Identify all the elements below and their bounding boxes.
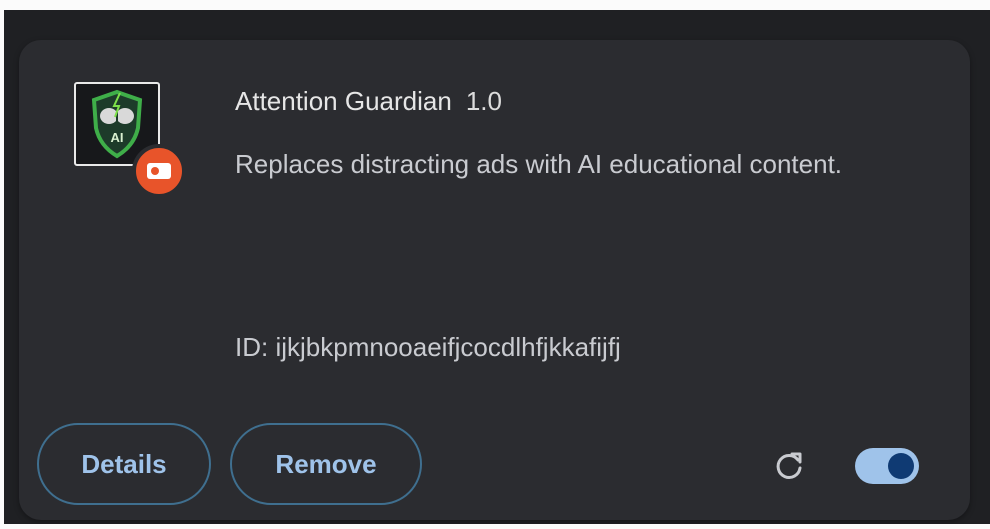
extension-version: 1.0	[465, 86, 502, 116]
details-button[interactable]: Details	[37, 423, 211, 505]
extension-title-row: Attention Guardian 1.0	[235, 86, 502, 117]
toggle-knob	[888, 453, 914, 479]
enable-toggle[interactable]	[855, 448, 919, 484]
extension-id: ID: ijkjbkpmnooaeifjcocdlhfjkkafijfj	[235, 332, 621, 362]
extension-name: Attention Guardian	[235, 86, 452, 116]
remove-button[interactable]: Remove	[230, 423, 422, 505]
extension-description: Replaces distracting ads with AI educati…	[235, 149, 843, 179]
window-frame: AI Attention Guardian 1.0 Replaces distra…	[0, 0, 990, 529]
icon-ai-label: AI	[111, 130, 124, 145]
unpacked-extension-badge-icon	[132, 144, 186, 198]
reload-icon[interactable]	[772, 448, 808, 484]
